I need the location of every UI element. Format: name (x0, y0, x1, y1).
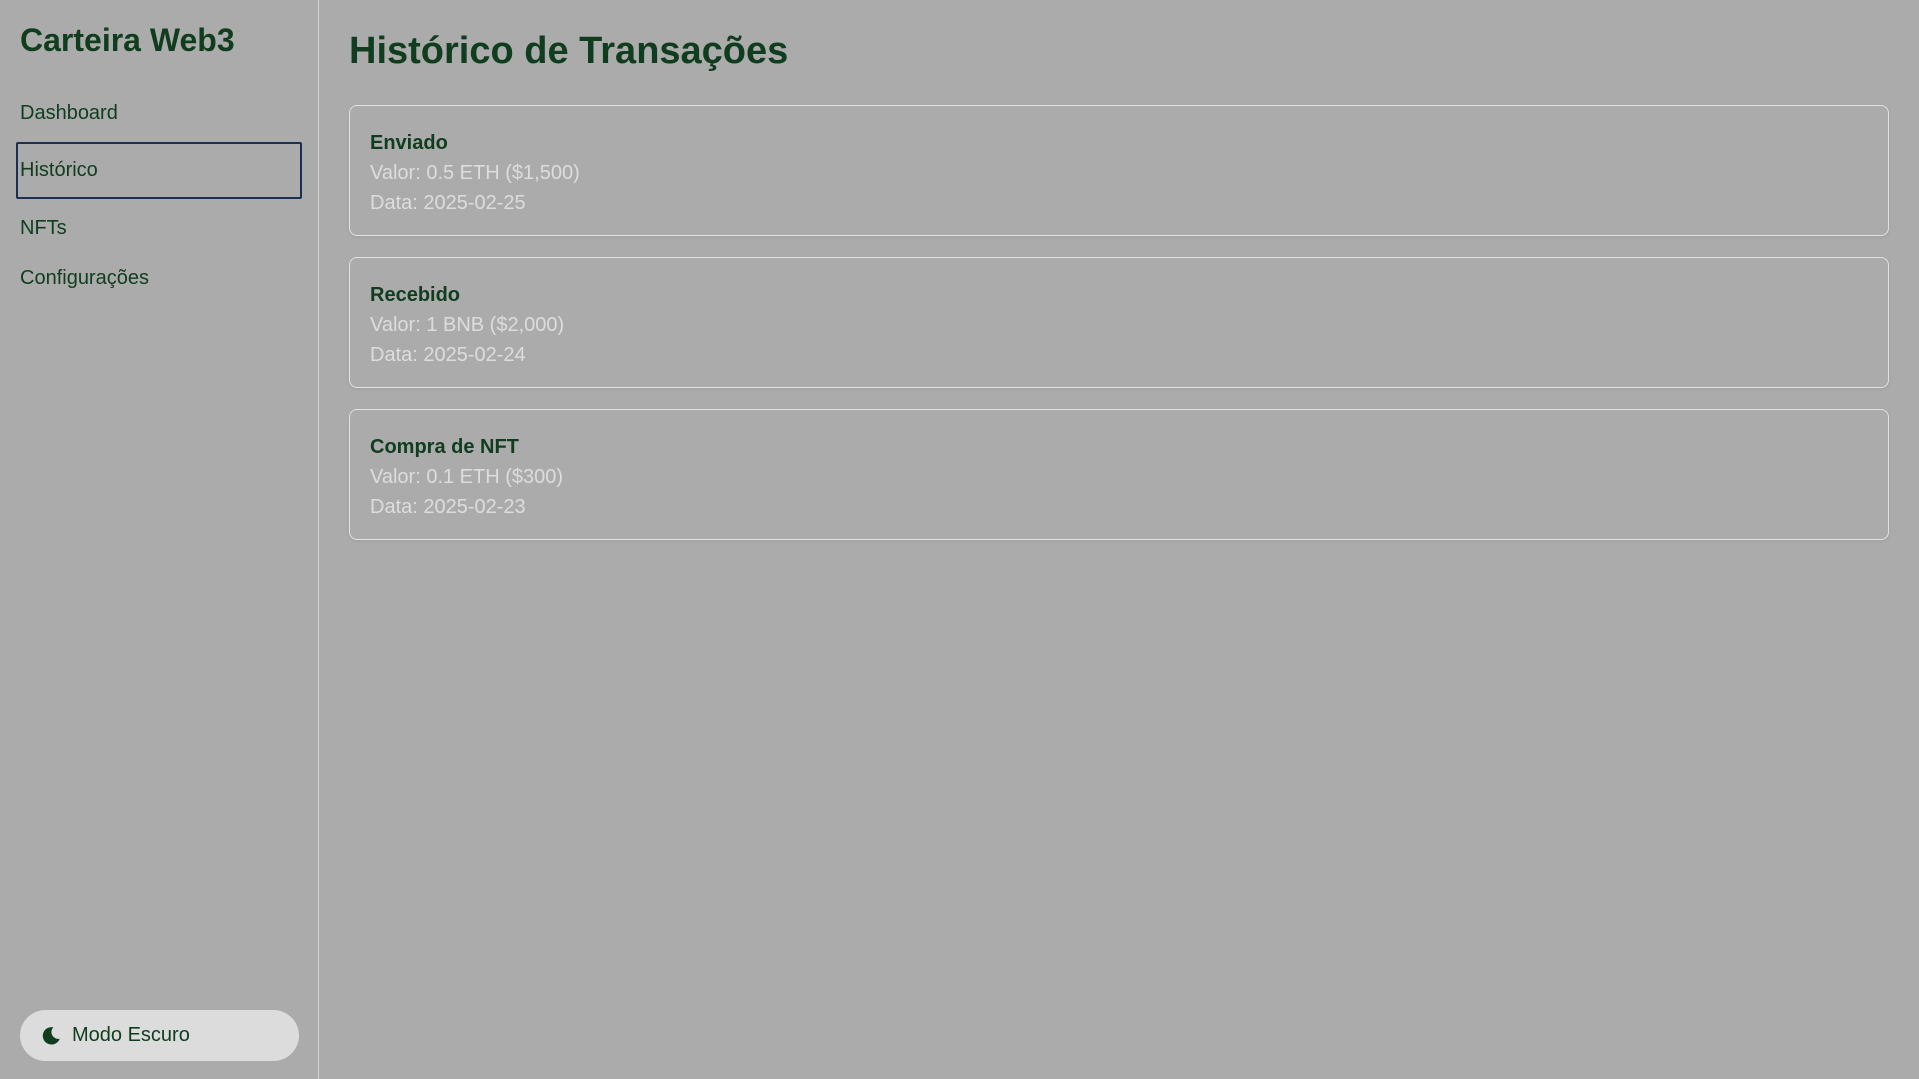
sidebar-item-configuracoes[interactable]: Configurações (16, 257, 302, 299)
transaction-type: Compra de NFT (370, 436, 519, 458)
transaction-list: Enviado Valor: 0.5 ETH ($1,500) Data: 20… (349, 105, 1889, 561)
moon-icon (40, 1025, 62, 1047)
sidebar-nav: Dashboard Histórico NFTs Configurações (16, 92, 302, 307)
page-title: Histórico de Transações (349, 30, 789, 72)
transaction-date: Data: 2025-02-23 (370, 496, 526, 518)
sidebar: Carteira Web3 Dashboard Histórico NFTs C… (0, 0, 319, 1079)
transaction-card[interactable]: Enviado Valor: 0.5 ETH ($1,500) Data: 20… (349, 105, 1889, 236)
app-root: Carteira Web3 Dashboard Histórico NFTs C… (0, 0, 1919, 1079)
sidebar-item-dashboard[interactable]: Dashboard (16, 92, 302, 134)
transaction-date: Data: 2025-02-25 (370, 192, 526, 214)
transaction-card[interactable]: Compra de NFT Valor: 0.1 ETH ($300) Data… (349, 409, 1889, 540)
transaction-type: Enviado (370, 132, 448, 154)
sidebar-item-nfts[interactable]: NFTs (16, 207, 302, 249)
transaction-card[interactable]: Recebido Valor: 1 BNB ($2,000) Data: 202… (349, 257, 1889, 388)
transaction-value: Valor: 0.5 ETH ($1,500) (370, 162, 580, 184)
transaction-date: Data: 2025-02-24 (370, 344, 526, 366)
transaction-value: Valor: 1 BNB ($2,000) (370, 314, 565, 336)
main-content: Histórico de Transações Enviado Valor: 0… (319, 0, 1919, 1079)
brand-title: Carteira Web3 (20, 22, 235, 58)
dark-mode-toggle-button[interactable]: Modo Escuro (20, 1010, 299, 1061)
sidebar-item-historico[interactable]: Histórico (16, 142, 302, 199)
transaction-value: Valor: 0.1 ETH ($300) (370, 466, 564, 488)
dark-mode-label: Modo Escuro (72, 1024, 190, 1046)
transaction-type: Recebido (370, 284, 461, 306)
